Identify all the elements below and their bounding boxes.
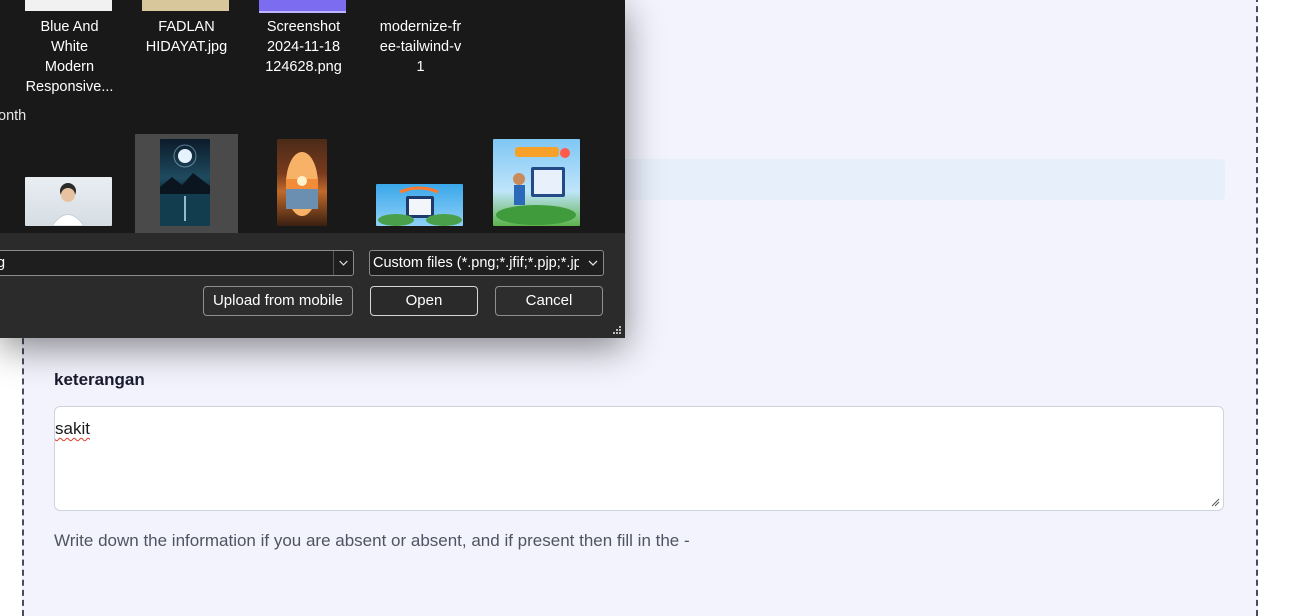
moon-landscape-icon (160, 144, 210, 226)
file-name-value: g (0, 255, 5, 271)
file-name: Screenshot 2024-11-18 124628.png (265, 19, 342, 75)
web-illustration-icon (496, 147, 576, 225)
file-name: Blue And White Modern Responsive... (25, 19, 114, 95)
file-type-combobox[interactable]: Custom files (*.png;*.jfif;*.pjp;*.jpg;*… (369, 250, 604, 276)
file-thumbnail (259, 0, 346, 13)
thumbnail-sunset-cave[interactable] (277, 139, 327, 226)
date-group-header: onth (0, 108, 27, 124)
file-open-dialog: Blue And White Modern Responsive... FADL… (0, 0, 625, 338)
thumbnail-night-lake[interactable] (160, 139, 210, 226)
cancel-button[interactable]: Cancel (495, 286, 603, 316)
file-thumbnail (142, 0, 229, 11)
thumbnail-student-photo[interactable] (25, 177, 112, 227)
tablet-illustration-icon (378, 186, 462, 226)
person-image-icon (51, 183, 85, 227)
keterangan-textarea[interactable]: sakit (54, 406, 1224, 511)
resize-grip-icon[interactable] (610, 323, 622, 335)
info-strip (600, 159, 1225, 200)
file-type-value: Custom files (*.png;*.jfif;*.pjp;*.jpg;*… (373, 255, 579, 271)
thumbnail-web-illustration[interactable] (493, 139, 580, 226)
chevron-down-icon[interactable] (583, 251, 603, 275)
file-grid: Blue And White Modern Responsive... FADL… (0, 0, 625, 233)
file-name: FADLAN HIDAYAT.jpg (145, 19, 228, 55)
sunset-icon (286, 152, 318, 216)
file-name: modernize-fr ee-tailwind-v 1 (379, 19, 462, 75)
open-button[interactable]: Open (370, 286, 478, 316)
file-thumbnail (25, 0, 112, 11)
chevron-down-icon[interactable] (333, 251, 353, 275)
resize-handle-icon[interactable] (1210, 497, 1220, 507)
keterangan-value: sakit (55, 419, 90, 438)
dialog-footer: g Custom files (*.png;*.jfif;*.pjp;*.jpg… (0, 233, 625, 338)
thumbnail-tablet-banner[interactable] (376, 184, 463, 226)
keterangan-label: keterangan (54, 370, 145, 389)
helper-text: Write down the information if you are ab… (54, 531, 690, 550)
upload-from-mobile-button[interactable]: Upload from mobile (203, 286, 353, 316)
file-name-combobox[interactable]: g (0, 250, 354, 276)
